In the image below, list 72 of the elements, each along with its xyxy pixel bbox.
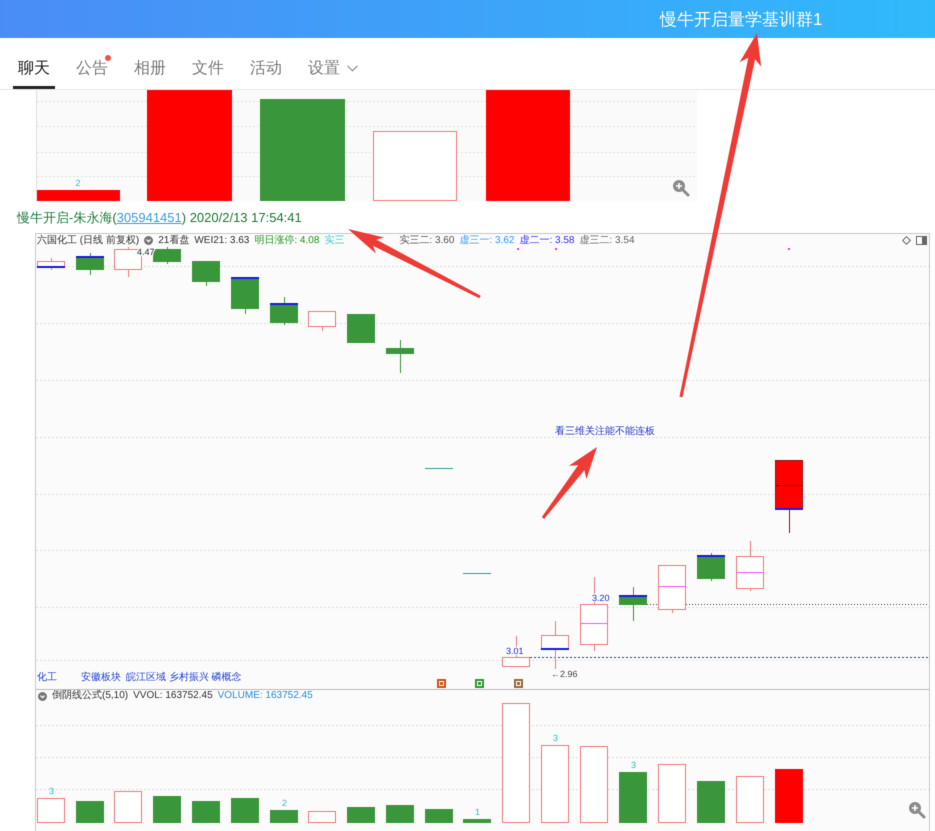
- indicator-name: 21看盘: [158, 234, 190, 247]
- tab[interactable]: 设置: [303, 38, 363, 89]
- volume-bar: [347, 807, 375, 823]
- zoom-in-icon[interactable]: [909, 802, 926, 818]
- candlestick: [462, 573, 492, 574]
- volume-bar: [619, 772, 647, 823]
- diamond-icon: [902, 236, 911, 245]
- volume-bar: [425, 809, 453, 823]
- indicator-reading: 虚三一: 3.62: [459, 234, 514, 247]
- volume-bar: [270, 810, 298, 823]
- candlestick: [658, 564, 686, 614]
- candlestick: [619, 586, 647, 622]
- volume-reading: VVOL: 163752.45: [133, 690, 213, 702]
- zoom-in-icon[interactable]: [673, 180, 690, 196]
- candlestick: [231, 276, 259, 314]
- tab[interactable]: 文件: [187, 38, 229, 89]
- chevron-circle-icon: [38, 692, 47, 700]
- indicator-reading: 虚三二: 3.54: [580, 234, 635, 247]
- candlestick: [386, 340, 414, 374]
- sector-label: 安徽板块: [81, 672, 121, 683]
- volume-bar: [697, 781, 725, 823]
- indicator-reading: 实三二: 3.60: [399, 234, 454, 247]
- volume-bar: [463, 819, 491, 823]
- volume-bar: [308, 811, 336, 823]
- bar-label: 3: [553, 733, 558, 743]
- candlestick: [541, 620, 569, 670]
- price-label: ←2.96: [551, 669, 578, 679]
- volume-bar: [153, 796, 181, 823]
- bar-label: 1: [475, 807, 480, 817]
- stock-title: 六国化工 (日线 前复权): [37, 234, 140, 247]
- indicator-reading: 虚二一: 3.58: [519, 234, 574, 247]
- candlestick: [424, 468, 454, 469]
- indicator-reading: 明日涨停: 4.08: [254, 234, 320, 247]
- volume-bar: [192, 801, 220, 823]
- sender-line: 慢牛开启-朱永海(305941451) 2020/2/13 17:54:41: [17, 210, 302, 226]
- tab[interactable]: 相册: [129, 38, 171, 89]
- bar-label: 3: [631, 760, 636, 770]
- bar-label: 2: [76, 178, 80, 188]
- tab[interactable]: 公告: [71, 38, 113, 89]
- candlestick: [270, 296, 298, 326]
- formula-name: 倒阴线公式(5,10): [52, 690, 128, 702]
- candlestick: [736, 540, 764, 592]
- volume-reading: VOLUME: 163752.45: [218, 690, 313, 702]
- annotation-arrow: [542, 447, 597, 519]
- candlestick: [76, 252, 104, 276]
- chevron-circle-icon: [144, 236, 154, 245]
- volume-bar: [76, 801, 104, 823]
- volume-bar: [775, 769, 803, 823]
- panel-icon: [916, 236, 927, 245]
- indicator-reading: WEI21: 3.63: [194, 234, 250, 247]
- bar-label: 3: [49, 786, 54, 796]
- volume-bar: [386, 805, 414, 823]
- indicator-reading: 实三: [324, 234, 344, 247]
- chart-note: 看三维关注能不能连板: [555, 426, 655, 437]
- candlestick: [697, 552, 725, 582]
- user-id-link[interactable]: 305941451: [116, 210, 182, 225]
- candlestick: [347, 314, 375, 343]
- bar-label: 2: [282, 798, 287, 808]
- candlestick: [308, 310, 336, 332]
- candlestick: [153, 247, 181, 264]
- window-title: 慢牛开启量学基训群1: [660, 8, 822, 30]
- tab[interactable]: 活动: [245, 38, 287, 89]
- tag-icon: [437, 679, 446, 688]
- tag-icon: [514, 679, 523, 688]
- volume-bar: [658, 764, 686, 823]
- sector-label: 皖江区域 乡村振兴 磷概念: [126, 672, 242, 683]
- volume-bar: [114, 791, 142, 823]
- candlestick: [192, 260, 220, 286]
- volume-bar: [736, 776, 764, 823]
- volume-bar: [231, 798, 259, 823]
- tag-icon: [475, 679, 484, 688]
- sector-label: 化工: [37, 672, 57, 683]
